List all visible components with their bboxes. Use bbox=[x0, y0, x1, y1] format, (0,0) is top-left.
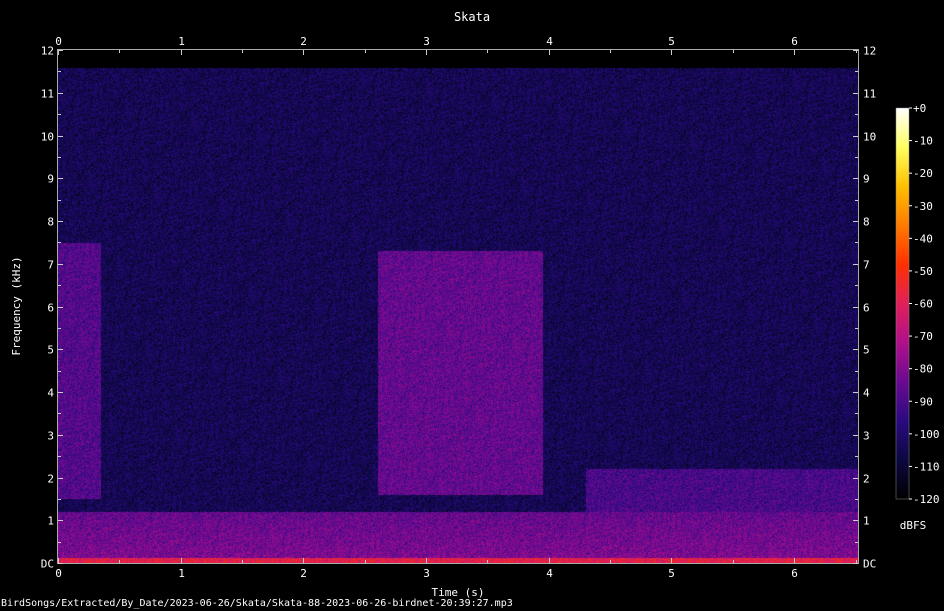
y-tick-label-right: 10 bbox=[863, 131, 876, 144]
x-tick-label-top: 5 bbox=[668, 35, 675, 48]
colorbar-tick-label: -20 bbox=[913, 167, 933, 180]
spectrogram-plot bbox=[57, 49, 859, 564]
y-tick-label-right: 7 bbox=[863, 259, 870, 272]
colorbar-tick-label: -80 bbox=[913, 363, 933, 376]
y-tick-label-left: 10 bbox=[41, 131, 54, 144]
y-tick-label-left: 9 bbox=[47, 173, 54, 186]
y-tick-label-left: 11 bbox=[41, 88, 54, 101]
y-tick-label-left: 7 bbox=[47, 259, 54, 272]
y-tick-label-left: 1 bbox=[47, 515, 54, 528]
y-tick-label-right: 5 bbox=[863, 344, 870, 357]
colorbar-ticks: +0 -10 -20 -30 -40 -50 -60 -70 -80 -90 -100 -110 -12… bbox=[909, 102, 940, 506]
y-tick-label-left: 3 bbox=[47, 430, 54, 443]
y-axis-label: Frequency (kHz) bbox=[10, 256, 23, 355]
y-tick-label-left: 12 bbox=[41, 45, 54, 58]
colorbar-tick-label: -120 bbox=[913, 493, 940, 506]
colorbar-tick-label: -60 bbox=[913, 298, 933, 311]
x-tick-label-bottom: 3 bbox=[423, 567, 430, 580]
colorbar-tick-label: -110 bbox=[913, 460, 940, 473]
colorbar-tick-label: -70 bbox=[913, 330, 933, 343]
file-path-caption: BirdSongs/Extracted/By_Date/2023-06-26/S… bbox=[1, 598, 513, 609]
colorbar-tick-label: -40 bbox=[913, 232, 933, 245]
y-tick-label-right: 9 bbox=[863, 173, 870, 186]
colorbar-tick-label: +0 bbox=[913, 102, 926, 115]
x-tick-label-top: 1 bbox=[178, 35, 185, 48]
colorbar-tick-label: -10 bbox=[913, 135, 933, 148]
colorbar-tick-label: -30 bbox=[913, 200, 933, 213]
chart-title: Skata bbox=[454, 10, 490, 24]
y-tick-label-left: 8 bbox=[47, 216, 54, 229]
x-tick-label-top: 2 bbox=[300, 35, 307, 48]
x-tick-label-bottom: 6 bbox=[791, 567, 798, 580]
y-tick-label-left: 6 bbox=[47, 302, 54, 315]
colorbar-label: dBFS bbox=[900, 519, 927, 532]
y-tick-label-right: 4 bbox=[863, 387, 870, 400]
colorbar-tick-label: -90 bbox=[913, 395, 933, 408]
x-tick-label-top: 0 bbox=[55, 35, 62, 48]
y-tick-label-left: DC bbox=[41, 558, 54, 571]
x-tick-label-top: 4 bbox=[546, 35, 553, 48]
colorbar-tick-label: -100 bbox=[913, 428, 940, 441]
y-tick-label-left: 4 bbox=[47, 387, 54, 400]
colorbar-tick-label: -50 bbox=[913, 265, 933, 278]
colorbar-gradient-bar bbox=[895, 107, 910, 500]
y-tick-label-right: 12 bbox=[863, 45, 876, 58]
x-tick-label-bottom: 5 bbox=[668, 567, 675, 580]
y-tick-label-right: 11 bbox=[863, 88, 876, 101]
y-tick-label-right: 6 bbox=[863, 302, 870, 315]
y-tick-label-right: 3 bbox=[863, 430, 870, 443]
y-tick-label-right: DC bbox=[863, 558, 876, 571]
spectrogram-canvas-holder bbox=[58, 50, 858, 563]
y-tick-label-right: 2 bbox=[863, 473, 870, 486]
spectrogram-chart: Skata 00112233445566DC DC1 12 23 34 45 56 67 78 8… bbox=[10, 10, 940, 599]
y-tick-label-right: 8 bbox=[863, 216, 870, 229]
spectrogram-image bbox=[58, 50, 858, 563]
y-tick-label-right: 1 bbox=[863, 515, 870, 528]
x-tick-label-top: 3 bbox=[423, 35, 430, 48]
x-tick-label-top: 6 bbox=[791, 35, 798, 48]
x-tick-label-bottom: 2 bbox=[300, 567, 307, 580]
y-tick-label-left: 5 bbox=[47, 344, 54, 357]
x-tick-label-bottom: 0 bbox=[55, 567, 62, 580]
colorbar: +0 -10 -20 -30 -40 -50 -60 -70 -80 -90 -100 -110 -12… bbox=[895, 102, 940, 532]
y-tick-label-left: 2 bbox=[47, 473, 54, 486]
x-tick-label-bottom: 4 bbox=[546, 567, 553, 580]
x-tick-label-bottom: 1 bbox=[178, 567, 185, 580]
